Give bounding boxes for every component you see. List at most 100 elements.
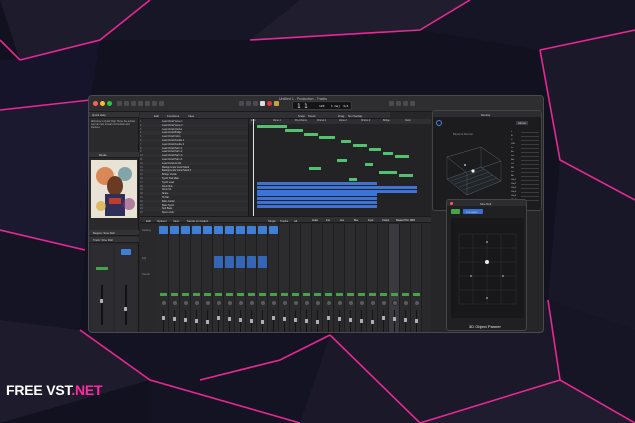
volume-fader[interactable] (371, 320, 374, 324)
plugin-slot[interactable] (214, 226, 223, 234)
plugin-slot[interactable] (269, 226, 278, 234)
volume-fader[interactable] (382, 316, 385, 320)
track-header[interactable]: 14 Backgrounds Vocal Stack 2 (140, 169, 248, 173)
snap-value[interactable]: Smart (308, 114, 315, 118)
help-icon[interactable] (131, 101, 136, 106)
audio-region[interactable] (369, 147, 381, 151)
send-slot[interactable] (236, 256, 245, 268)
send-slot[interactable] (258, 256, 267, 268)
tracks-functions-menu[interactable]: Functions (167, 114, 179, 118)
automation-read-button[interactable] (226, 293, 233, 296)
audio-region[interactable] (257, 125, 287, 128)
inspector-icon[interactable] (124, 101, 129, 106)
close-window-button[interactable] (93, 101, 98, 106)
track-header[interactable]: 4 Lead Vocal Bridge (140, 131, 248, 135)
pan-knob[interactable] (314, 300, 321, 306)
mixer-filter-button[interactable]: Inst (326, 219, 330, 222)
pan-knob[interactable] (215, 300, 222, 306)
panner-power-button[interactable] (451, 209, 460, 214)
smart-controls-icon[interactable] (145, 101, 150, 106)
midi-region[interactable] (257, 182, 377, 185)
pan-knob[interactable] (391, 300, 398, 306)
track-header[interactable]: 16 Synth Pad Main (140, 177, 248, 181)
plugin-slot[interactable] (247, 226, 256, 234)
tracks-edit-menu[interactable]: Edit (154, 114, 159, 118)
monitor-settings-icon[interactable] (436, 120, 442, 126)
volume-fader[interactable] (206, 320, 209, 324)
pan-knob[interactable] (281, 300, 288, 306)
mixer-all-button[interactable]: All (294, 219, 297, 223)
panner-grid[interactable] (451, 218, 524, 318)
drag-value[interactable]: No Overlap (348, 114, 362, 118)
monitor-tab[interactable]: Atmos (516, 121, 528, 125)
arrange-marker[interactable]: Chorus 2 (361, 120, 370, 122)
midi-region[interactable] (257, 185, 417, 189)
automation-read-button[interactable] (182, 293, 189, 296)
pan-knob[interactable] (226, 300, 233, 306)
pan-knob[interactable] (303, 300, 310, 306)
automation-read-button[interactable] (248, 293, 255, 296)
track-header[interactable]: 11 Lead Vocal Harm 4 (140, 158, 248, 162)
audio-region[interactable] (365, 163, 373, 166)
audio-region[interactable] (309, 166, 321, 170)
automation-read-button[interactable] (347, 293, 354, 296)
volume-fader[interactable] (184, 318, 187, 322)
inspector-read-button[interactable] (96, 267, 108, 270)
pan-knob[interactable] (369, 300, 376, 306)
plugin-slot[interactable] (203, 226, 212, 234)
loops-icon[interactable] (403, 101, 408, 106)
pan-knob[interactable] (160, 300, 167, 306)
pan-knob[interactable] (204, 300, 211, 306)
playhead[interactable] (253, 119, 254, 216)
automation-read-button[interactable] (358, 293, 365, 296)
track-header[interactable]: 22 Bass Guitar (140, 199, 248, 203)
audio-region[interactable] (304, 132, 318, 136)
volume-fader[interactable] (327, 316, 330, 320)
plugin-slot[interactable] (192, 226, 201, 234)
track-header[interactable]: 10 Lead Vocal Harm 3 (140, 154, 248, 158)
mixer-tracks-button[interactable]: Tracks (280, 219, 288, 223)
automation-read-button[interactable] (204, 293, 211, 296)
audio-region[interactable] (383, 151, 393, 155)
automation-read-button[interactable] (237, 293, 244, 296)
audio-region[interactable] (353, 144, 367, 147)
panner-compare-button[interactable]: Compare (463, 209, 483, 214)
plugin-slot[interactable] (225, 226, 234, 234)
track-inspector-header[interactable]: Track: Sine Roll (89, 237, 139, 243)
lcd-display[interactable]: 1 1 120 C maj 4/4 (292, 101, 352, 110)
pan-knob[interactable] (325, 300, 332, 306)
volume-fader[interactable] (349, 318, 352, 322)
pan-knob[interactable] (336, 300, 343, 306)
track-header[interactable]: 19 Drum Kit (140, 188, 248, 192)
plugin-slot[interactable] (170, 226, 179, 234)
pan-knob[interactable] (259, 300, 266, 306)
mixer-edit-menu[interactable]: Edit (146, 219, 151, 223)
volume-fader[interactable] (283, 317, 286, 321)
automation-read-button[interactable] (160, 293, 167, 296)
automation-read-button[interactable] (402, 293, 409, 296)
track-header[interactable]: 3 Lead Vocal Chorus (140, 127, 248, 131)
midi-region[interactable] (257, 197, 377, 201)
track-header[interactable]: 21 Hi-Hat (140, 196, 248, 200)
pan-knob[interactable] (193, 300, 200, 306)
midi-region[interactable] (257, 201, 377, 204)
midi-region[interactable] (257, 193, 377, 197)
volume-fader[interactable] (217, 316, 220, 320)
mixer-filter-button[interactable]: Output (382, 219, 389, 222)
automation-read-button[interactable] (369, 293, 376, 296)
stop-icon[interactable] (253, 101, 258, 106)
region-inspector-header[interactable]: Region: Sine Roll (89, 230, 139, 236)
arrange-marker[interactable]: Bridge (383, 120, 390, 122)
send-slot[interactable] (214, 256, 223, 268)
audio-region[interactable] (337, 159, 347, 163)
automation-read-button[interactable] (171, 293, 178, 296)
pan-knob[interactable] (358, 300, 365, 306)
audio-region[interactable] (399, 174, 413, 178)
pan-knob[interactable] (248, 300, 255, 306)
inspector-fader[interactable] (100, 299, 103, 303)
volume-fader[interactable] (250, 319, 253, 323)
list-editors-icon[interactable] (389, 101, 394, 106)
volume-fader[interactable] (404, 318, 407, 322)
automation-read-button[interactable] (391, 293, 398, 296)
automation-read-button[interactable] (336, 293, 343, 296)
